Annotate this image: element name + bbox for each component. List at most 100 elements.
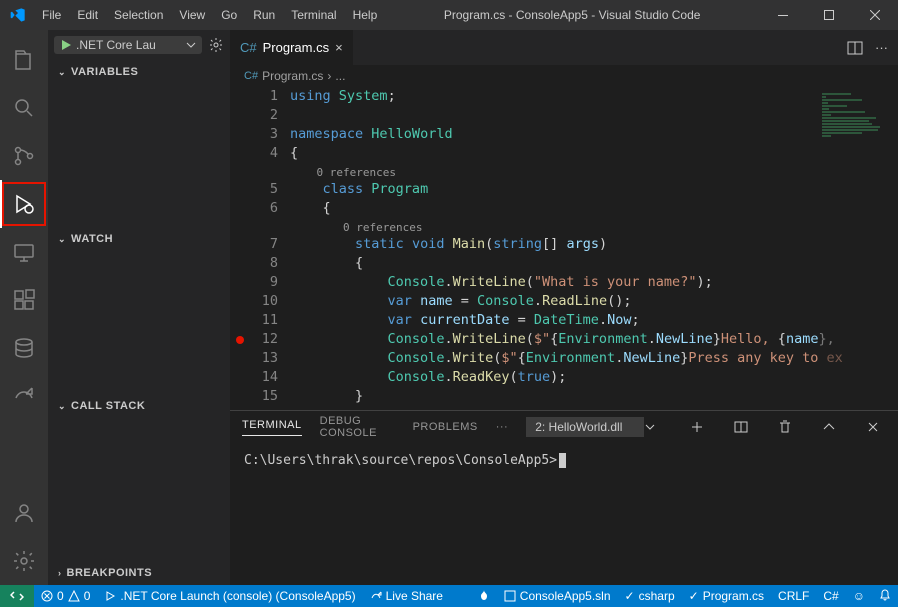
bottom-panel: TERMINAL DEBUG CONSOLE PROBLEMS ··· 2: Hello…: [230, 410, 898, 585]
up-icon[interactable]: [816, 419, 842, 435]
panel-tab-problems[interactable]: PROBLEMS: [413, 421, 478, 433]
breakpoint-icon[interactable]: [230, 335, 250, 345]
activity-bar: [0, 30, 48, 585]
code-line[interactable]: static void Main(string[] args): [290, 235, 607, 254]
titlebar: FileEditSelectionViewGoRunTerminalHelp P…: [0, 0, 898, 30]
terminal-prompt: C:\Users\thrak\source\repos\ConsoleApp5>: [244, 453, 557, 468]
close-icon[interactable]: [860, 419, 886, 435]
eol-indicator[interactable]: CRLF: [771, 589, 816, 603]
code-line[interactable]: Console.WriteLine($"{Environment.NewLine…: [290, 330, 835, 349]
solution-indicator[interactable]: ConsoleApp5.sln: [497, 589, 618, 603]
debug-config-selector[interactable]: .NET Core Lau: [54, 36, 202, 54]
remote-explorer-icon[interactable]: [0, 228, 48, 276]
code-line[interactable]: {: [290, 199, 331, 218]
code-editor[interactable]: 1using System;23namespace HelloWorld4{ 0…: [230, 87, 898, 410]
menu-help[interactable]: Help: [346, 4, 385, 26]
menu-run[interactable]: Run: [246, 4, 282, 26]
close-tab-icon[interactable]: ×: [335, 40, 343, 55]
code-line[interactable]: using System;: [290, 87, 396, 106]
line-number: 1: [250, 87, 290, 106]
minimap[interactable]: [818, 87, 898, 410]
omnisharp-flame[interactable]: [471, 589, 497, 601]
minimize-button[interactable]: [760, 0, 806, 30]
sql-icon[interactable]: [0, 324, 48, 372]
notifications-icon[interactable]: [872, 589, 898, 601]
panel-tab-terminal[interactable]: TERMINAL: [242, 419, 302, 436]
line-number: 4: [250, 144, 290, 163]
source-control-icon[interactable]: [0, 132, 48, 180]
settings-gear-icon[interactable]: [0, 537, 48, 585]
search-icon[interactable]: [0, 84, 48, 132]
panel-tabs: TERMINAL DEBUG CONSOLE PROBLEMS ··· 2: Hello…: [230, 411, 898, 443]
more-actions-icon[interactable]: ···: [875, 40, 888, 55]
share-icon[interactable]: [0, 372, 48, 420]
window-title: Program.cs - ConsoleApp5 - Visual Studio…: [384, 8, 760, 22]
split-icon[interactable]: [728, 419, 754, 435]
close-button[interactable]: [852, 0, 898, 30]
line-number: 8: [250, 254, 290, 273]
code-line[interactable]: Console.Write($"{Environment.NewLine}Pre…: [290, 349, 843, 368]
extensions-icon[interactable]: [0, 276, 48, 324]
file-status[interactable]: ✓Program.cs: [682, 589, 771, 603]
line-number: 15: [250, 387, 290, 406]
vscode-logo-icon: [0, 7, 35, 23]
remote-indicator[interactable]: [0, 585, 34, 607]
code-line[interactable]: Console.WriteLine("What is your name?");: [290, 273, 713, 292]
tab-program-cs[interactable]: C# Program.cs ×: [230, 30, 354, 65]
line-number: 5: [250, 180, 290, 199]
explorer-icon[interactable]: [0, 36, 48, 84]
gear-icon[interactable]: [208, 37, 224, 53]
line-number: 12: [250, 330, 290, 349]
plus-icon[interactable]: [684, 419, 710, 435]
lang-server-status[interactable]: ✓csharp: [618, 589, 682, 603]
code-line[interactable]: var name = Console.ReadLine();: [290, 292, 631, 311]
csharp-file-icon: C#: [244, 70, 258, 82]
line-number: 7: [250, 235, 290, 254]
run-debug-icon[interactable]: [0, 180, 48, 228]
callstack-section-header[interactable]: ⌄CALL STACK: [48, 394, 230, 418]
code-line[interactable]: var currentDate = DateTime.Now;: [290, 311, 640, 330]
editor-tabs: C# Program.cs × ···: [230, 30, 898, 65]
live-share[interactable]: Live Share: [363, 585, 450, 607]
debug-sidebar: .NET Core Lau ⌄VARIABLES ⌄WATCH ⌄CALL ST…: [48, 30, 230, 585]
split-editor-icon[interactable]: [847, 40, 863, 56]
menu-terminal[interactable]: Terminal: [284, 4, 343, 26]
code-line[interactable]: {: [290, 144, 298, 163]
variables-section-header[interactable]: ⌄VARIABLES: [48, 60, 230, 84]
breadcrumb[interactable]: C# Program.cs › ...: [230, 65, 898, 87]
code-line[interactable]: class Program: [290, 180, 428, 199]
panel-tab-debug-console[interactable]: DEBUG CONSOLE: [320, 415, 395, 439]
menu-selection[interactable]: Selection: [107, 4, 170, 26]
line-number: 6: [250, 199, 290, 218]
code-line[interactable]: namespace HelloWorld: [290, 125, 453, 144]
debug-target[interactable]: .NET Core Launch (console) (ConsoleApp5): [97, 585, 362, 607]
line-number: 9: [250, 273, 290, 292]
code-line[interactable]: Console.ReadKey(true);: [290, 368, 566, 387]
feedback-icon[interactable]: ☺: [846, 589, 872, 603]
debug-config-label: .NET Core Lau: [76, 38, 156, 52]
terminal-cursor: [559, 453, 566, 468]
menu-file[interactable]: File: [35, 4, 68, 26]
language-mode[interactable]: C#: [816, 589, 845, 603]
problems-indicator[interactable]: 0 0: [34, 585, 97, 607]
editor-area: C# Program.cs × ··· C# Program.cs › ... …: [230, 30, 898, 585]
csharp-file-icon: C#: [240, 40, 257, 55]
code-line[interactable]: }: [290, 387, 363, 406]
maximize-button[interactable]: [806, 0, 852, 30]
statusbar: 0 0 .NET Core Launch (console) (ConsoleA…: [0, 585, 898, 607]
accounts-icon[interactable]: [0, 489, 48, 537]
menu-go[interactable]: Go: [214, 4, 244, 26]
menu-edit[interactable]: Edit: [70, 4, 105, 26]
breakpoints-section-header[interactable]: ›BREAKPOINTS: [48, 561, 230, 585]
line-number: 14: [250, 368, 290, 387]
code-line[interactable]: {: [290, 254, 363, 273]
trash-icon[interactable]: [772, 419, 798, 435]
line-number: 13: [250, 349, 290, 368]
menu-view[interactable]: View: [172, 4, 212, 26]
line-number: 11: [250, 311, 290, 330]
panel-more-icon[interactable]: ···: [496, 421, 509, 433]
terminal-selector[interactable]: 2: HelloWorld.dll: [526, 417, 644, 437]
terminal[interactable]: C:\Users\thrak\source\repos\ConsoleApp5>: [230, 443, 898, 585]
tab-label: Program.cs: [263, 40, 329, 55]
watch-section-header[interactable]: ⌄WATCH: [48, 227, 230, 251]
